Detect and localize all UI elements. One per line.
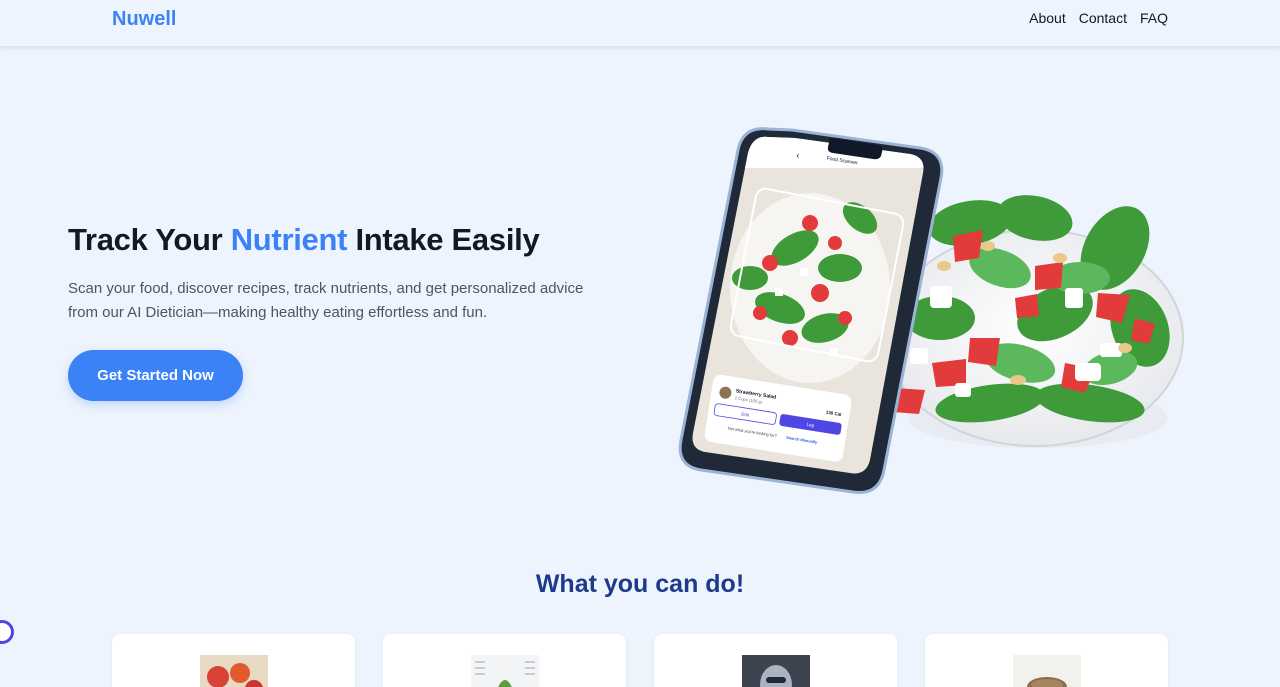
hero-title: Track Your Nutrient Intake Easily	[68, 222, 540, 258]
features-section-title: What you can do!	[535, 570, 745, 598]
feature-card-food-scan[interactable]	[112, 634, 355, 687]
navbar: Nuwell About Contact FAQ	[0, 0, 1280, 46]
bowl-icon	[1012, 655, 1081, 687]
feature-card-recipes[interactable]	[383, 634, 626, 687]
nav-contact-link[interactable]: Contact	[1079, 10, 1127, 26]
feature-cards	[112, 634, 1168, 687]
food-photo-icon	[199, 655, 268, 687]
hero-title-suffix: Intake Easily	[347, 222, 540, 257]
feature-card-ai-dietician[interactable]	[654, 634, 897, 687]
hero-title-prefix: Track Your	[68, 222, 231, 257]
nav-links: About Contact FAQ	[1029, 10, 1168, 26]
hero-illustration: Food Scanner ‹ Strawberry Salad 2 Cups (…	[670, 118, 1210, 510]
robot-icon	[741, 655, 810, 687]
nav-faq-link[interactable]: FAQ	[1140, 10, 1168, 26]
hero-subtitle-line-1: Scan your food, discover recipes, track …	[68, 280, 584, 297]
hero-subtitle: Scan your food, discover recipes, track …	[68, 277, 628, 325]
nav-about-link[interactable]: About	[1029, 10, 1066, 26]
hero-illustration-svg: Food Scanner ‹ Strawberry Salad 2 Cups (…	[678, 127, 1184, 495]
get-started-button[interactable]: Get Started Now	[68, 350, 243, 401]
chat-widget-button[interactable]	[0, 620, 14, 644]
hero-title-accent: Nutrient	[230, 222, 348, 257]
hero-subtitle-line-2: from our AI Dietician—making healthy eat…	[68, 304, 488, 321]
recipe-chart-icon	[470, 655, 539, 687]
feature-card-tracking[interactable]	[925, 634, 1168, 687]
logo[interactable]: Nuwell	[112, 8, 176, 31]
